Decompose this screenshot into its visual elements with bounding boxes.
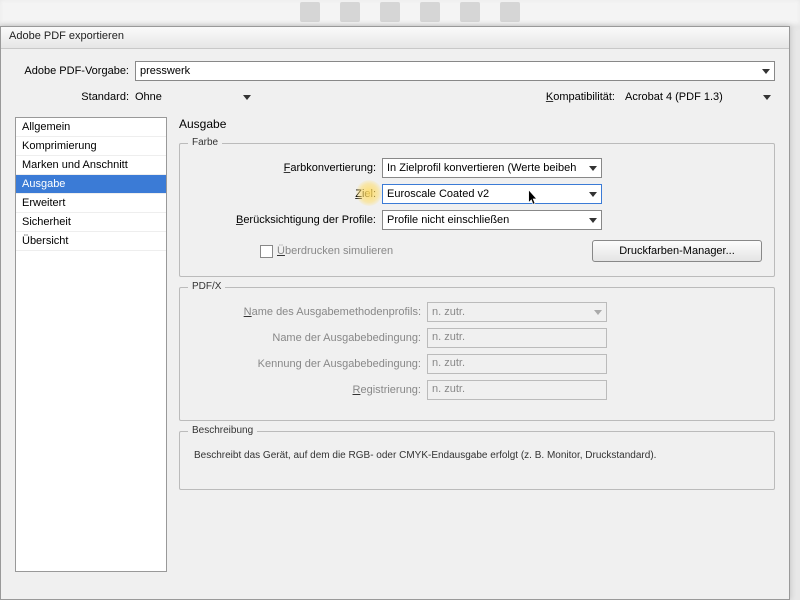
chevron-down-icon (589, 166, 597, 171)
overprint-label: Überdrucken simulieren (277, 245, 393, 257)
ziel-select[interactable]: Euroscale Coated v2 (382, 184, 602, 204)
panel-title: Ausgabe (179, 117, 775, 131)
dialog-titlebar: Adobe PDF exportieren (1, 27, 789, 49)
sidebar-item-komprimierung[interactable]: Komprimierung (16, 137, 166, 156)
sidebar-item-erweitert[interactable]: Erweitert (16, 194, 166, 213)
chevron-down-icon (589, 192, 597, 197)
preset-select[interactable]: presswerk (135, 61, 775, 81)
description-text: Beschreibt das Gerät, auf dem die RGB- o… (192, 446, 762, 475)
sidebar-item-allgemein[interactable]: Allgemein (16, 118, 166, 137)
description-fieldset: Beschreibung Beschreibt das Gerät, auf d… (179, 431, 775, 490)
condition-name-input: n. zutr. (427, 328, 607, 348)
conversion-label: Farbkonvertierung: (192, 162, 382, 174)
condition-id-input: n. zutr. (427, 354, 607, 374)
farbe-legend: Farbe (188, 137, 222, 148)
profiles-label: Berücksichtigung der Profile: (192, 214, 382, 226)
standard-label: Standard: (15, 91, 135, 103)
condition-name-label: Name der Ausgabebedingung: (192, 332, 427, 344)
compat-value: Acrobat 4 (PDF 1.3) (625, 91, 723, 103)
pdfx-fieldset: PDF/X Name des Ausgabemethodenprofils: n… (179, 287, 775, 421)
standard-select[interactable]: Ohne (135, 87, 255, 107)
farbe-fieldset: Farbe Farbkonvertierung: In Zielprofil k… (179, 143, 775, 277)
pdfx-legend: PDF/X (188, 281, 225, 292)
sidebar-item-uebersicht[interactable]: Übersicht (16, 232, 166, 251)
output-profile-label: Name des Ausgabemethodenprofils: (192, 306, 427, 318)
sidebar-item-sicherheit[interactable]: Sicherheit (16, 213, 166, 232)
chevron-down-icon (589, 218, 597, 223)
sidebar-item-ausgabe[interactable]: Ausgabe (16, 175, 166, 194)
sidebar-item-marken[interactable]: Marken und Anschnitt (16, 156, 166, 175)
chevron-down-icon (243, 95, 251, 100)
main-panel: Ausgabe Farbe Farbkonvertierung: In Ziel… (179, 117, 775, 572)
compat-label: Kompatibilität: (546, 91, 621, 103)
compat-select[interactable]: Acrobat 4 (PDF 1.3) (625, 87, 775, 107)
registry-input: n. zutr. (427, 380, 607, 400)
description-legend: Beschreibung (188, 425, 257, 436)
conversion-select[interactable]: In Zielprofil konvertieren (Werte beibeh (382, 158, 602, 178)
preset-value: presswerk (140, 65, 190, 77)
chevron-down-icon (762, 69, 770, 74)
chevron-down-icon (763, 95, 771, 100)
registry-label: Registrierung: (192, 384, 427, 396)
output-profile-select: n. zutr. (427, 302, 607, 322)
ink-manager-button[interactable]: Druckfarben-Manager... (592, 240, 762, 262)
ziel-label: Ziel: (192, 188, 382, 200)
standard-value: Ohne (135, 91, 162, 103)
profiles-select[interactable]: Profile nicht einschließen (382, 210, 602, 230)
category-sidebar: Allgemein Komprimierung Marken und Ansch… (15, 117, 167, 572)
dialog-title: Adobe PDF exportieren (9, 30, 124, 42)
export-pdf-dialog: Adobe PDF exportieren Adobe PDF-Vorgabe:… (0, 26, 790, 600)
overprint-checkbox[interactable] (260, 245, 273, 258)
chevron-down-icon (594, 310, 602, 315)
preset-label: Adobe PDF-Vorgabe: (15, 65, 135, 77)
condition-id-label: Kennung der Ausgabebedingung: (192, 358, 427, 370)
